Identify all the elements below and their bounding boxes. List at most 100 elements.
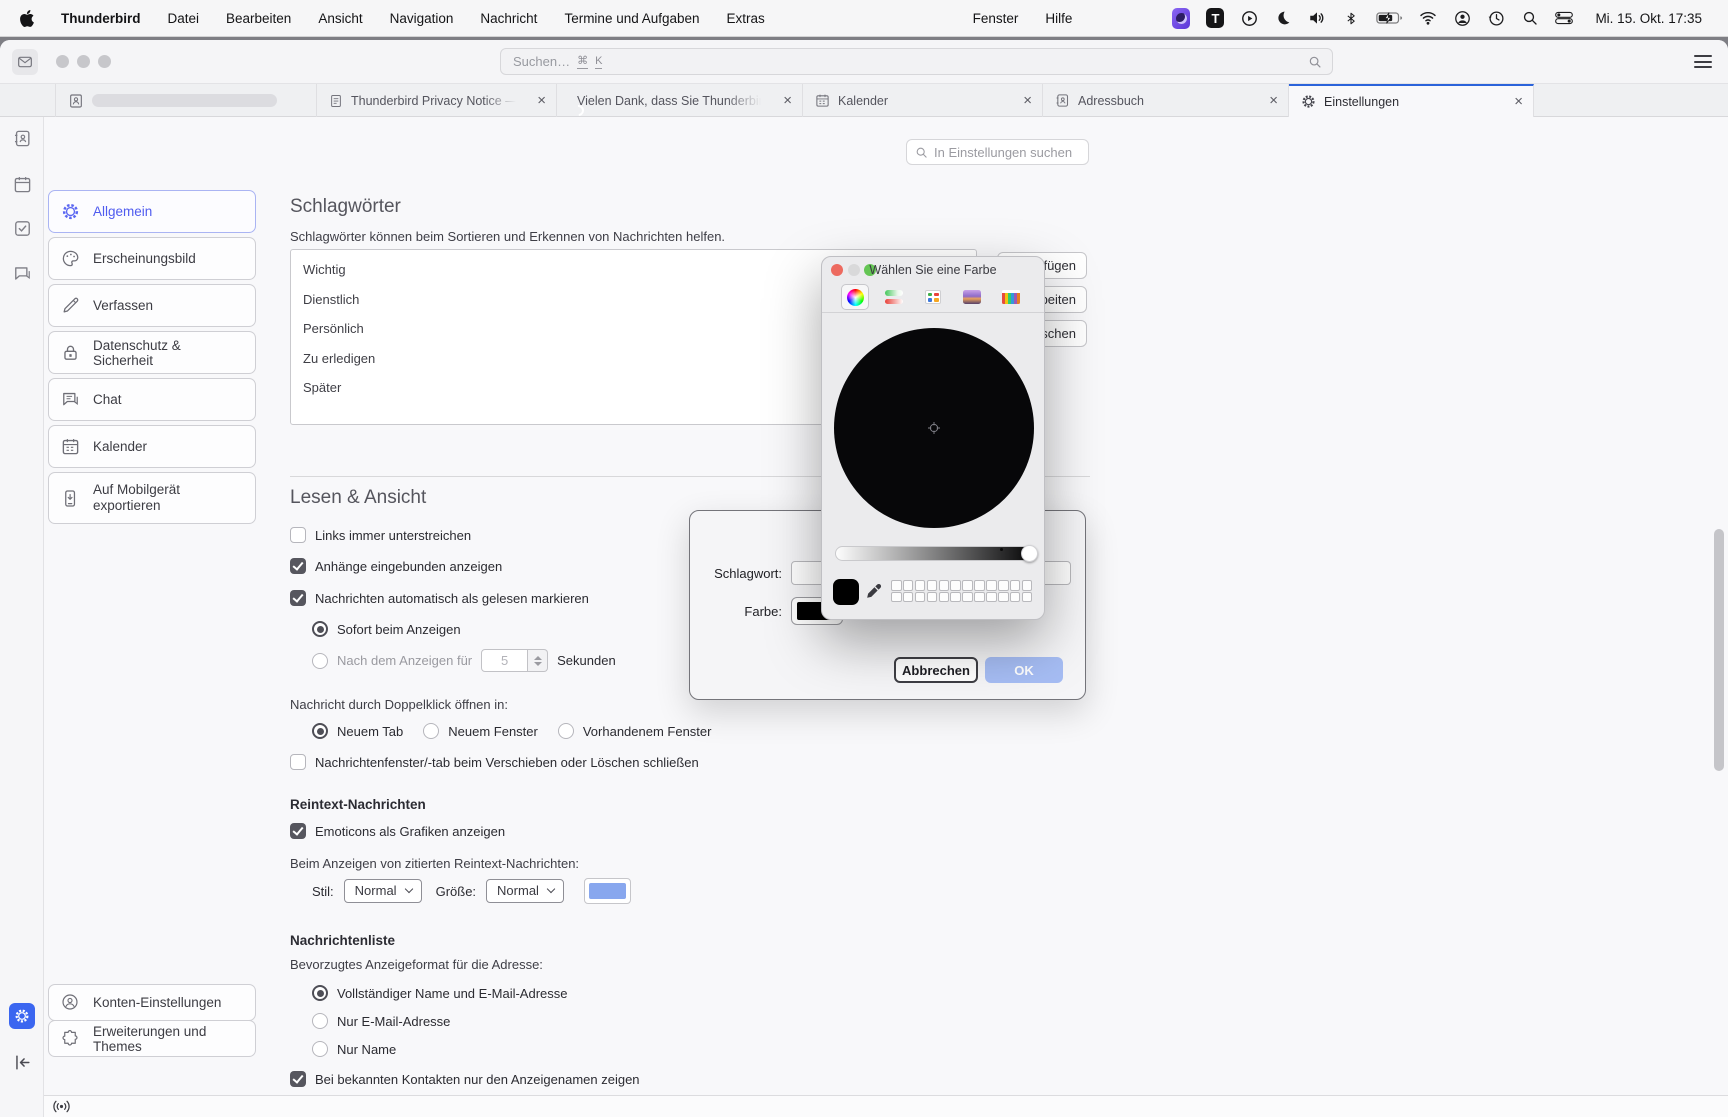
image-icon[interactable] bbox=[958, 284, 986, 310]
t-app-icon[interactable]: T bbox=[1206, 8, 1225, 28]
picker-swatch[interactable] bbox=[1021, 580, 1033, 591]
tab-account[interactable] bbox=[55, 84, 317, 117]
checkbox-icon[interactable] bbox=[290, 823, 306, 839]
moon-icon[interactable] bbox=[1274, 9, 1292, 27]
sidebar-item-kalender[interactable]: Kalender bbox=[48, 425, 256, 468]
menu-clock[interactable]: Mi. 15. Okt. 17:35 bbox=[1595, 11, 1702, 26]
sidebar-item-verfassen[interactable]: Verfassen bbox=[48, 284, 256, 327]
picker-swatch[interactable] bbox=[891, 591, 902, 603]
picker-swatch[interactable] bbox=[1009, 591, 1021, 603]
picker-swatch[interactable] bbox=[938, 580, 950, 591]
picker-swatch[interactable] bbox=[950, 580, 961, 591]
checkbox-row-emoticons[interactable]: Emoticons als Grafiken anzeigen bbox=[290, 823, 505, 839]
tab-privacy-notice[interactable]: Thunderbird Privacy Notice — Mozil × bbox=[317, 84, 557, 117]
app-menu-button[interactable] bbox=[1694, 55, 1712, 68]
menu-ansicht[interactable]: Ansicht bbox=[318, 11, 362, 26]
radio-row-immediately[interactable]: Sofort beim Anzeigen bbox=[312, 621, 461, 637]
menu-termine[interactable]: Termine und Aufgaben bbox=[564, 11, 699, 26]
apple-menu-icon[interactable] bbox=[20, 9, 34, 27]
radio-icon[interactable] bbox=[312, 652, 328, 669]
tasks-space-icon[interactable] bbox=[13, 219, 32, 238]
brightness-slider[interactable] bbox=[835, 546, 1037, 561]
checkbox-row-links[interactable]: Links immer unterstreichen bbox=[290, 527, 471, 543]
picker-swatch[interactable] bbox=[986, 591, 997, 603]
radio-row-name-only[interactable]: Nur Name bbox=[312, 1041, 396, 1057]
radio-icon[interactable] bbox=[312, 621, 328, 637]
picker-swatch[interactable] bbox=[902, 580, 914, 591]
sidebar-item-allgemein[interactable]: Allgemein bbox=[48, 190, 256, 233]
picker-swatch[interactable] bbox=[902, 591, 914, 603]
cancel-button[interactable]: Abbrechen bbox=[894, 657, 978, 683]
thunderbird-app-icon[interactable] bbox=[1172, 7, 1191, 29]
traffic-light-zoom[interactable] bbox=[98, 55, 111, 68]
picker-swatch[interactable] bbox=[998, 591, 1009, 603]
radio-icon[interactable] bbox=[312, 1041, 328, 1057]
sync-clock-icon[interactable] bbox=[1487, 9, 1505, 27]
close-icon[interactable]: × bbox=[1015, 92, 1032, 109]
checkbox-row-known-contacts[interactable]: Bei bekannten Kontakten nur den Anzeigen… bbox=[290, 1071, 640, 1087]
picker-swatch[interactable] bbox=[986, 580, 997, 591]
bluetooth-icon[interactable] bbox=[1342, 9, 1360, 27]
picker-swatch[interactable] bbox=[962, 591, 973, 603]
play-circle-icon[interactable] bbox=[1240, 9, 1258, 27]
traffic-light-minimize[interactable] bbox=[77, 55, 90, 68]
checkbox-icon[interactable] bbox=[290, 527, 306, 543]
tab-einstellungen[interactable]: Einstellungen × bbox=[1289, 84, 1534, 117]
tab-vielen-dank[interactable]: Vielen Dank, dass Sie Thunderbird a × bbox=[557, 84, 803, 117]
close-icon[interactable]: × bbox=[1261, 92, 1278, 109]
checkbox-icon[interactable] bbox=[290, 558, 306, 574]
picker-swatch[interactable] bbox=[974, 591, 985, 603]
size-dropdown[interactable]: Normal bbox=[486, 879, 564, 903]
picker-swatch[interactable] bbox=[1009, 580, 1021, 591]
sliders-icon[interactable] bbox=[880, 284, 908, 310]
radio-icon[interactable] bbox=[312, 723, 328, 739]
global-search-field[interactable]: Suchen… ⌘ K bbox=[500, 48, 1333, 75]
mail-space-button[interactable] bbox=[12, 49, 38, 75]
current-color-well[interactable] bbox=[833, 579, 859, 605]
brightness-slider-knob[interactable] bbox=[1021, 544, 1038, 562]
picker-swatch[interactable] bbox=[1021, 591, 1033, 603]
menu-datei[interactable]: Datei bbox=[168, 11, 200, 26]
spotlight-search-icon[interactable] bbox=[1521, 9, 1539, 27]
eyedropper-icon[interactable] bbox=[864, 582, 883, 601]
picker-swatch[interactable] bbox=[998, 580, 1009, 591]
radio-icon[interactable] bbox=[557, 723, 574, 739]
battery-charging-icon[interactable] bbox=[1376, 9, 1403, 27]
picker-swatch[interactable] bbox=[926, 580, 938, 591]
close-icon[interactable]: × bbox=[1506, 93, 1523, 110]
tab-kalender[interactable]: Kalender × bbox=[803, 84, 1043, 117]
menu-nachricht[interactable]: Nachricht bbox=[480, 11, 537, 26]
stepper-arrows[interactable] bbox=[528, 649, 549, 672]
menu-app-name[interactable]: Thunderbird bbox=[61, 11, 141, 26]
radio-row-after[interactable]: Nach dem Anzeigen für 5 Sekunden bbox=[312, 649, 616, 672]
settings-space-button[interactable] bbox=[9, 1003, 35, 1029]
radio-row-new-window[interactable]: Neuem Fenster bbox=[423, 723, 538, 739]
checkbox-icon[interactable] bbox=[290, 1071, 306, 1087]
picker-swatch[interactable] bbox=[914, 591, 926, 603]
menu-bearbeiten[interactable]: Bearbeiten bbox=[226, 11, 291, 26]
radio-row-fullname[interactable]: Vollständiger Name und E-Mail-Adresse bbox=[312, 985, 568, 1001]
checkbox-icon[interactable] bbox=[290, 590, 306, 606]
menu-fenster[interactable]: Fenster bbox=[973, 11, 1019, 26]
picker-swatch[interactable] bbox=[974, 580, 985, 591]
close-icon[interactable]: × bbox=[775, 92, 792, 109]
seconds-value[interactable]: 5 bbox=[481, 649, 529, 672]
radio-row-new-tab[interactable]: Neuem Tab bbox=[312, 723, 403, 739]
ok-button[interactable]: OK bbox=[985, 657, 1063, 683]
seconds-stepper[interactable]: 5 bbox=[481, 649, 549, 672]
pencils-icon[interactable] bbox=[997, 284, 1025, 310]
sidebar-item-konten[interactable]: Konten-Einstellungen bbox=[48, 984, 256, 1021]
picker-swatch[interactable] bbox=[938, 591, 950, 603]
radio-icon[interactable] bbox=[423, 723, 440, 739]
style-dropdown[interactable]: Normal bbox=[343, 879, 422, 903]
color-wheel[interactable] bbox=[834, 328, 1034, 528]
chat-space-icon[interactable] bbox=[13, 264, 32, 283]
sidebar-item-addons[interactable]: Erweiterungen und Themes bbox=[48, 1020, 256, 1057]
settings-search-field[interactable]: In Einstellungen suchen bbox=[906, 139, 1089, 165]
palette-grid-icon[interactable] bbox=[919, 284, 947, 310]
sidebar-item-mobilexport[interactable]: Auf Mobilgerät exportieren bbox=[48, 472, 256, 524]
radio-icon[interactable] bbox=[312, 985, 328, 1001]
checkbox-icon[interactable] bbox=[290, 754, 306, 770]
picker-swatch[interactable] bbox=[926, 591, 938, 603]
picker-swatch[interactable] bbox=[962, 580, 973, 591]
